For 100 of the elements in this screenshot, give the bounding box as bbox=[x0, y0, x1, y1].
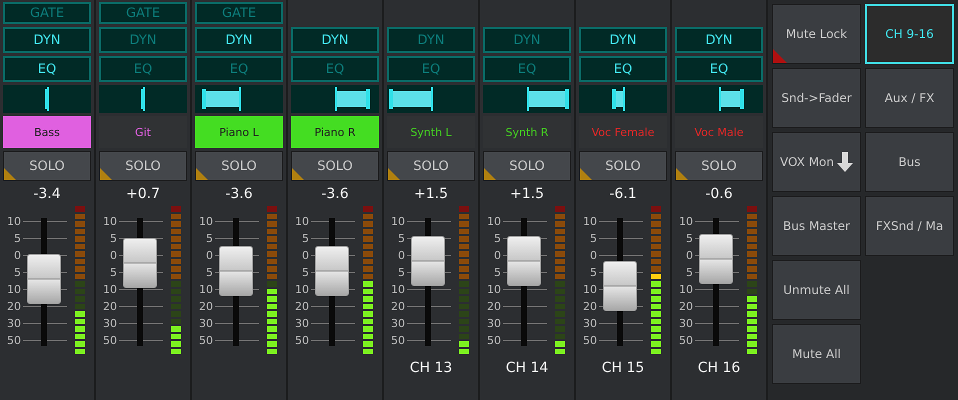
dyn-button[interactable]: DYN bbox=[483, 27, 571, 53]
eq-button[interactable]: EQ bbox=[99, 56, 187, 82]
solo-button[interactable]: SOLO bbox=[579, 151, 667, 181]
fader-knob[interactable] bbox=[123, 238, 157, 288]
channel-name[interactable]: Synth R bbox=[483, 116, 571, 148]
pan-control[interactable] bbox=[3, 85, 91, 113]
dyn-button[interactable]: DYN bbox=[291, 27, 379, 53]
scale-label: 20 bbox=[198, 301, 213, 312]
fader-knob[interactable] bbox=[315, 246, 349, 296]
fader-value: -0.6 bbox=[705, 186, 733, 204]
pan-control[interactable] bbox=[579, 85, 667, 113]
fader-knob[interactable] bbox=[507, 236, 541, 286]
dyn-button[interactable]: DYN bbox=[387, 27, 475, 53]
eq-button[interactable]: EQ bbox=[483, 56, 571, 82]
dyn-button[interactable]: DYN bbox=[675, 27, 763, 53]
pan-control[interactable] bbox=[387, 85, 475, 113]
channel-name[interactable]: Git bbox=[99, 116, 187, 148]
eq-button[interactable]: EQ bbox=[675, 56, 763, 82]
solo-button[interactable]: SOLO bbox=[195, 151, 283, 181]
pan-control[interactable] bbox=[195, 85, 283, 113]
page-tab[interactable]: Bus bbox=[865, 132, 954, 192]
fader-value: -6.1 bbox=[609, 186, 637, 204]
fader-knob[interactable] bbox=[27, 254, 61, 304]
solo-button[interactable]: SOLO bbox=[675, 151, 763, 181]
panel-button[interactable]: Bus Master bbox=[772, 196, 861, 256]
scale-label: 10 bbox=[486, 284, 501, 296]
scale-label: 5 bbox=[589, 266, 597, 278]
eq-button[interactable]: EQ bbox=[195, 56, 283, 82]
pan-control[interactable] bbox=[675, 85, 763, 113]
channel-name[interactable]: Piano R bbox=[291, 116, 379, 148]
pan-bar bbox=[204, 91, 239, 107]
panel-button[interactable]: Snd->Fader bbox=[772, 68, 861, 128]
panel-button[interactable]: Mute All bbox=[772, 324, 861, 384]
scale-label: 10 bbox=[6, 216, 21, 226]
dyn-button[interactable]: DYN bbox=[195, 27, 283, 53]
scale-label: 30 bbox=[294, 318, 309, 330]
pan-thumb[interactable] bbox=[612, 89, 616, 109]
gate-button[interactable]: GATE bbox=[3, 2, 91, 24]
panel-button[interactable]: Unmute All bbox=[772, 260, 861, 320]
scale-label: 30 bbox=[198, 318, 213, 330]
scale-label: 20 bbox=[294, 301, 309, 312]
solo-button[interactable]: SOLO bbox=[483, 151, 571, 181]
scale-label: 10 bbox=[390, 216, 405, 226]
dyn-button[interactable]: DYN bbox=[99, 27, 187, 53]
pan-control[interactable] bbox=[483, 85, 571, 113]
gate-button[interactable]: GATE bbox=[195, 2, 283, 24]
scale-label: 0 bbox=[397, 250, 405, 261]
scale-label: 0 bbox=[109, 250, 117, 261]
pan-thumb[interactable] bbox=[45, 89, 49, 109]
solo-button[interactable]: SOLO bbox=[3, 151, 91, 181]
solo-button[interactable]: SOLO bbox=[291, 151, 379, 181]
eq-button[interactable]: EQ bbox=[291, 56, 379, 82]
pan-control[interactable] bbox=[99, 85, 187, 113]
dyn-button[interactable]: DYN bbox=[3, 27, 91, 53]
eq-button[interactable]: EQ bbox=[579, 56, 667, 82]
fader-value: -3.4 bbox=[33, 186, 61, 204]
eq-button[interactable]: EQ bbox=[3, 56, 91, 82]
scale-label: 50 bbox=[582, 335, 597, 346]
pan-thumb[interactable] bbox=[389, 89, 394, 109]
channel-name[interactable]: Bass bbox=[3, 116, 91, 148]
fader-knob[interactable] bbox=[603, 261, 637, 311]
page-tab[interactable]: Aux / FX bbox=[865, 68, 954, 128]
pan-thumb[interactable] bbox=[202, 89, 206, 109]
scale-label: 30 bbox=[6, 318, 21, 330]
solo-button[interactable]: SOLO bbox=[387, 151, 475, 181]
fader-knob[interactable] bbox=[219, 246, 253, 296]
panel-button[interactable]: Mute Lock bbox=[772, 4, 861, 64]
pan-control[interactable] bbox=[291, 85, 379, 113]
page-tab[interactable]: CH 9-16 bbox=[865, 4, 954, 64]
pan-thumb[interactable] bbox=[740, 89, 744, 109]
scale-label: 5 bbox=[589, 232, 597, 244]
scale-label: 5 bbox=[685, 232, 693, 244]
pan-bar bbox=[391, 91, 431, 107]
scale-label: 10 bbox=[198, 216, 213, 226]
scale-label: 20 bbox=[678, 301, 693, 312]
scale-label: 5 bbox=[109, 232, 117, 244]
pan-thumb[interactable] bbox=[564, 89, 569, 109]
channel-name[interactable]: Piano L bbox=[195, 116, 283, 148]
scale-label: 5 bbox=[493, 266, 501, 278]
scale-label: 5 bbox=[493, 232, 501, 244]
gate-button[interactable]: GATE bbox=[99, 2, 187, 24]
scale-label: 0 bbox=[493, 250, 501, 261]
eq-button[interactable]: EQ bbox=[387, 56, 475, 82]
page-tab[interactable]: FXSnd / Ma bbox=[865, 196, 954, 256]
pan-thumb[interactable] bbox=[141, 89, 145, 109]
panel-button[interactable]: VOX Mon bbox=[772, 132, 861, 192]
dyn-button[interactable]: DYN bbox=[579, 27, 667, 53]
scale-label: 5 bbox=[397, 232, 405, 244]
scale-label: 10 bbox=[390, 284, 405, 296]
scale-label: 10 bbox=[294, 284, 309, 296]
scale-label: 30 bbox=[102, 318, 117, 330]
scale-label: 10 bbox=[294, 216, 309, 226]
fader-knob[interactable] bbox=[699, 234, 733, 284]
fader-knob[interactable] bbox=[411, 236, 445, 286]
solo-button[interactable]: SOLO bbox=[99, 151, 187, 181]
channel-label: CH 14 bbox=[506, 360, 548, 376]
scale-label: 50 bbox=[390, 335, 405, 346]
channel-name[interactable]: Synth L bbox=[387, 116, 475, 148]
fader-value: -3.6 bbox=[321, 186, 349, 204]
pan-thumb[interactable] bbox=[366, 89, 370, 109]
